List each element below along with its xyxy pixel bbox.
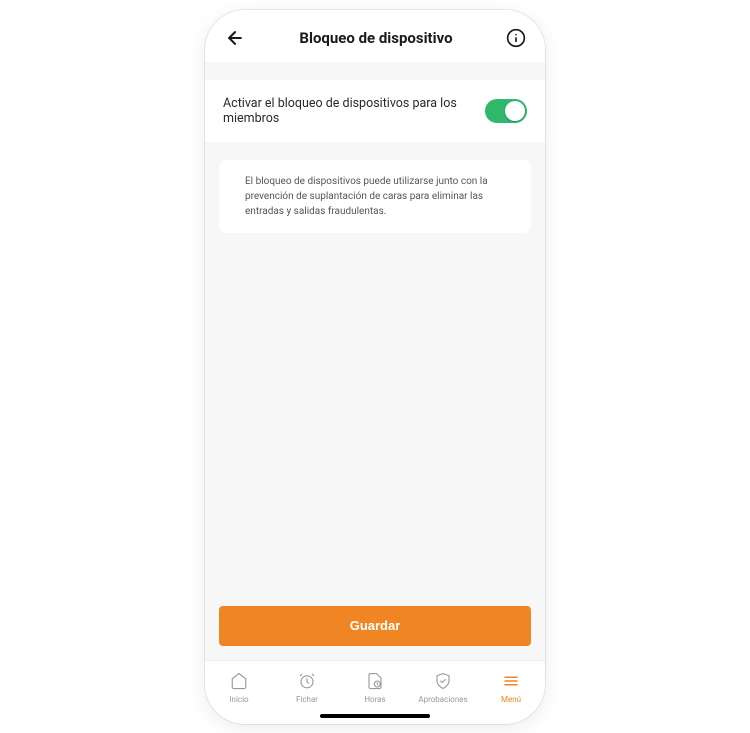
page-title: Bloqueo de dispositivo	[299, 29, 452, 47]
info-button[interactable]	[505, 27, 527, 49]
bottom-nav: Inicio Fichar Horas Aprobaciones Menú	[205, 660, 545, 710]
menu-icon	[501, 671, 521, 691]
home-indicator	[320, 714, 430, 718]
device-lock-toggle[interactable]	[485, 99, 527, 123]
timesheet-icon	[365, 671, 385, 691]
phone-frame: Bloqueo de dispositivo Activar el bloque…	[205, 10, 545, 724]
nav-item-horas[interactable]: Horas	[341, 671, 409, 704]
toggle-label: Activar el bloqueo de dispositivos para …	[223, 96, 485, 126]
spacer	[205, 233, 545, 596]
nav-item-inicio[interactable]: Inicio	[205, 671, 273, 704]
nav-label: Menú	[501, 695, 521, 704]
nav-label: Fichar	[296, 695, 318, 704]
content-area: Activar el bloqueo de dispositivos para …	[205, 62, 545, 660]
info-card: El bloqueo de dispositivos puede utiliza…	[219, 160, 531, 233]
nav-item-aprobaciones[interactable]: Aprobaciones	[409, 671, 477, 704]
info-card-text: El bloqueo de dispositivos puede utiliza…	[245, 174, 515, 219]
back-button[interactable]	[223, 26, 247, 50]
header: Bloqueo de dispositivo	[205, 10, 545, 62]
nav-label: Horas	[364, 695, 385, 704]
home-icon	[229, 671, 249, 691]
nav-item-fichar[interactable]: Fichar	[273, 671, 341, 704]
info-icon	[506, 28, 526, 48]
nav-label: Aprobaciones	[418, 695, 467, 704]
nav-item-menu[interactable]: Menú	[477, 671, 545, 704]
save-button[interactable]: Guardar	[219, 606, 531, 646]
arrow-left-icon	[225, 28, 245, 48]
nav-label: Inicio	[229, 695, 248, 704]
clock-icon	[297, 671, 317, 691]
save-section: Guardar	[205, 596, 545, 660]
toggle-section: Activar el bloqueo de dispositivos para …	[205, 80, 545, 142]
toggle-knob	[505, 101, 525, 121]
shield-icon	[433, 671, 453, 691]
